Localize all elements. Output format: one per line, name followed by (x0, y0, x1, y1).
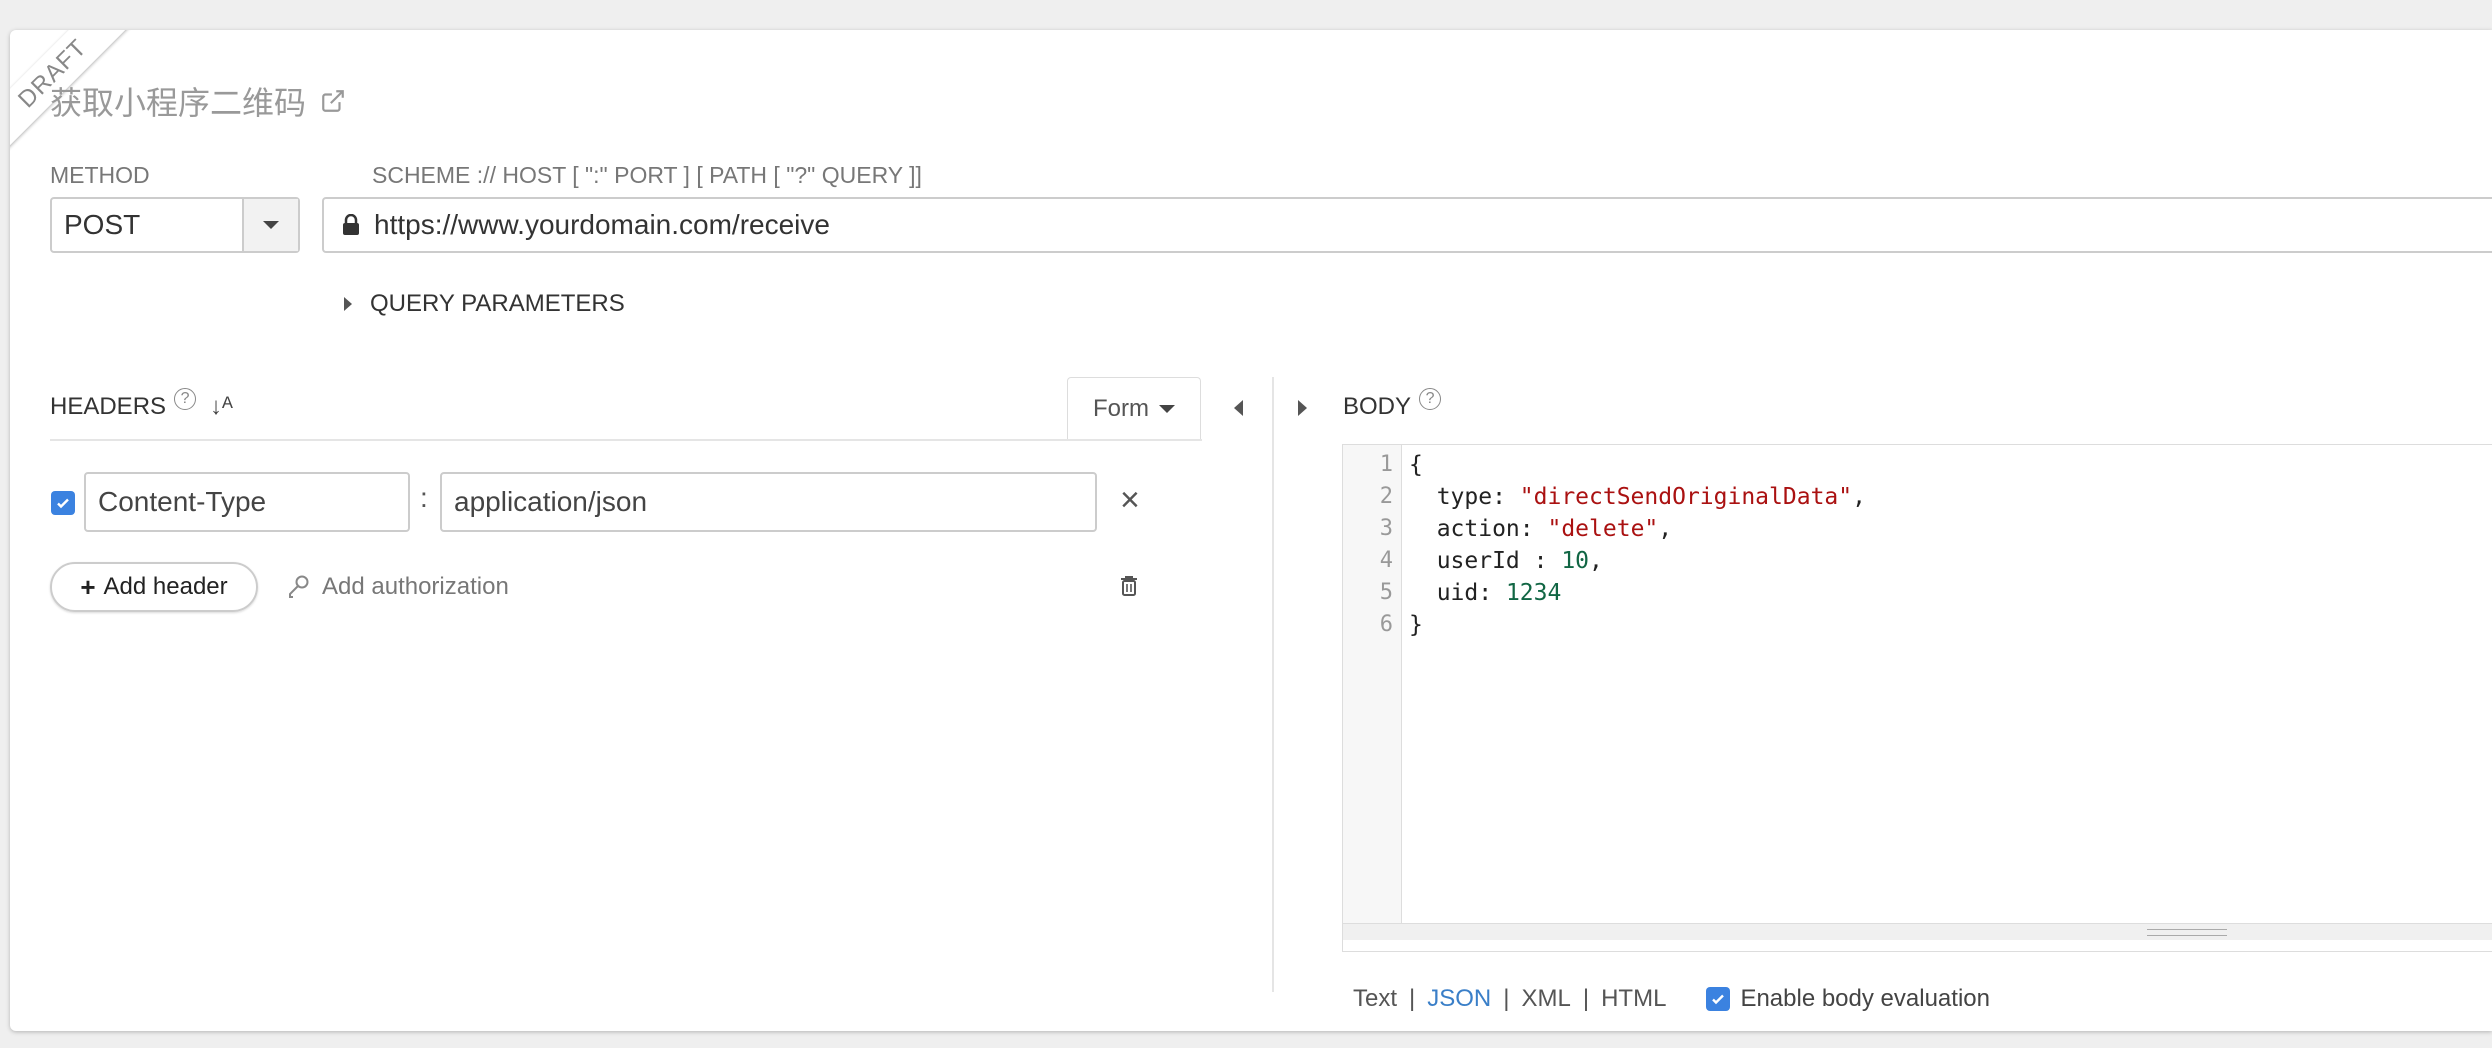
chevron-down-icon (263, 221, 279, 229)
collapse-headers-button[interactable] (1234, 400, 1243, 416)
collapse-body-button[interactable] (1298, 400, 1307, 416)
add-header-button[interactable]: + Add header (50, 562, 258, 612)
url-label: SCHEME :// HOST [ ":" PORT ] [ PATH [ "?… (372, 162, 922, 188)
format-html[interactable]: HTML (1601, 985, 1666, 1013)
caret-left-icon (1234, 400, 1243, 416)
method-value: POST (64, 209, 141, 240)
header-name-input[interactable]: Content-Type (84, 472, 410, 532)
request-card: DRAFT 获取小程序二维码 METHOD SCHEME :// HOST [ … (10, 30, 2492, 1031)
format-xml[interactable]: XML (1522, 985, 1571, 1013)
url-input[interactable]: https://www.yourdomain.com/receive (322, 197, 2492, 253)
line-number: 2 (1379, 484, 1393, 509)
help-icon[interactable]: ? (1419, 388, 1442, 410)
editor-resize-bar[interactable] (1343, 923, 2492, 940)
headers-title: HEADERS (50, 393, 167, 420)
key-icon (289, 575, 309, 598)
panel-divider[interactable] (1272, 377, 1274, 992)
caret-right-icon (1298, 400, 1307, 416)
body-evaluation-label: Enable body evaluation (1740, 985, 1990, 1012)
header-separator: : (420, 482, 428, 513)
line-number: 3 (1379, 516, 1393, 541)
format-json[interactable]: JSON (1427, 985, 1491, 1013)
add-authorization-label: Add authorization (322, 573, 509, 600)
header-enabled-checkbox[interactable] (51, 491, 75, 515)
query-parameters-label: QUERY PARAMETERS (370, 290, 625, 317)
body-evaluation-checkbox[interactable] (1706, 987, 1731, 1011)
request-title: 获取小程序二维码 (50, 85, 307, 121)
headers-mode-label: Form (1093, 394, 1149, 422)
resize-grip-icon[interactable] (2147, 929, 2227, 936)
lock-icon (343, 214, 359, 235)
sort-alpha-icon[interactable]: ↓ᴬ (210, 393, 233, 421)
headers-title-row: HEADERS ? ↓ᴬ (50, 388, 233, 421)
header-value-input[interactable]: application/json (440, 472, 1097, 532)
external-link-icon[interactable] (320, 88, 346, 114)
body-evaluation-toggle[interactable]: Enable body evaluation (1706, 985, 1990, 1013)
body-title: BODY (1343, 393, 1412, 420)
line-number: 5 (1379, 580, 1393, 605)
code-line: } (1409, 612, 1423, 638)
body-title-row: BODY ? (1343, 388, 1442, 421)
code-line: uid: 1234 (1409, 580, 1562, 606)
code-line: userId : 10, (1409, 548, 1603, 574)
line-number: 1 (1379, 452, 1393, 477)
method-label: METHOD (50, 162, 150, 188)
trash-icon[interactable] (1120, 575, 1138, 602)
plus-icon: + (80, 571, 96, 602)
url-value: https://www.yourdomain.com/receive (374, 209, 830, 240)
method-dropdown-button[interactable] (242, 199, 298, 251)
headers-mode-button[interactable]: Form (1067, 377, 1201, 439)
line-number: 4 (1379, 548, 1393, 573)
line-number-gutter: 1 2 3 4 5 6 (1343, 445, 1402, 923)
chevron-down-icon (1159, 404, 1175, 413)
help-icon[interactable]: ? (174, 388, 197, 410)
method-select[interactable]: POST (50, 197, 300, 253)
query-parameters-toggle[interactable]: QUERY PARAMETERS (344, 290, 625, 318)
body-format-bar: Text | JSON | XML | HTML Enable body eva… (1353, 985, 1990, 1013)
body-editor[interactable]: 1 2 3 4 5 6 { type: "directSendOriginalD… (1342, 444, 2492, 952)
caret-right-icon (344, 297, 352, 311)
code-line: type: "directSendOriginalData", (1409, 484, 1866, 510)
close-icon[interactable]: × (1120, 481, 1140, 520)
code-line: action: "delete", (1409, 516, 1673, 542)
add-authorization-button[interactable]: Add authorization (288, 573, 509, 601)
line-number: 6 (1379, 612, 1393, 637)
request-title-row: 获取小程序二维码 (50, 78, 346, 124)
code-area[interactable]: { type: "directSendOriginalData", action… (1409, 449, 1866, 641)
code-line: { (1409, 452, 1423, 478)
add-header-label: Add header (103, 573, 228, 600)
headers-divider (50, 439, 1202, 441)
format-text[interactable]: Text (1353, 985, 1397, 1013)
